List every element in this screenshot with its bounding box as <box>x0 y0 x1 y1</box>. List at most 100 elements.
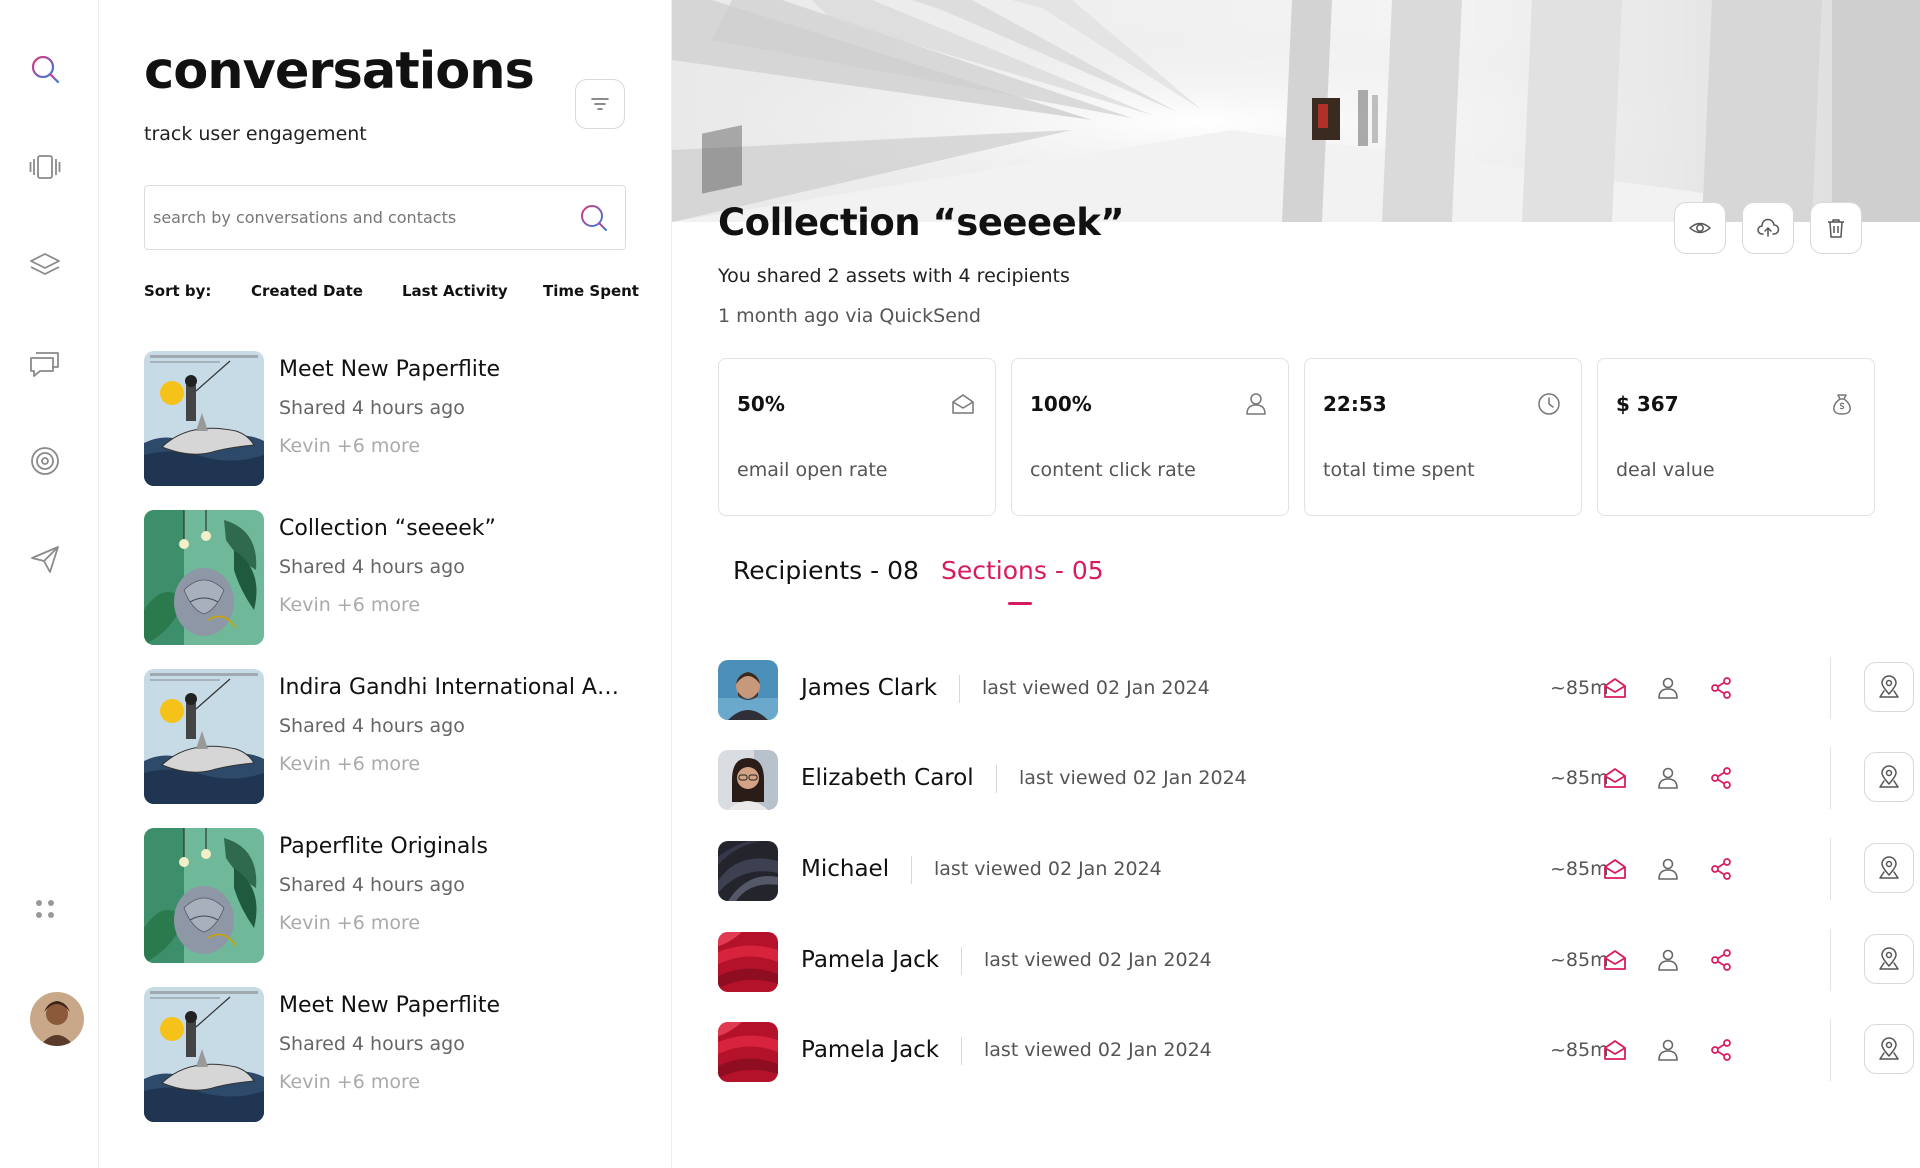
separator <box>1830 838 1831 900</box>
conversation-recipients: Kevin +6 more <box>279 912 421 934</box>
share-icon[interactable] <box>1706 945 1736 975</box>
user-icon[interactable] <box>1653 1035 1683 1065</box>
conversation-recipients: Kevin +6 more <box>279 594 421 616</box>
location-pin-button[interactable] <box>1864 752 1914 802</box>
slides-icon[interactable] <box>26 148 64 186</box>
conversation-title: Collection “seeeek” <box>279 516 496 541</box>
stat-label: content click rate <box>1030 459 1196 481</box>
conversation-recipients: Kevin +6 more <box>279 1071 421 1093</box>
preview-button[interactable] <box>1674 202 1726 254</box>
search-field <box>144 185 626 250</box>
separator <box>1830 657 1831 719</box>
money-bag-icon <box>1833 394 1851 415</box>
sort-time-spent[interactable]: Time Spent <box>543 282 639 300</box>
recipient-row: Michael last viewed 02 Jan 2024 ~85m <box>718 838 1914 902</box>
location-pin-button[interactable] <box>1864 662 1914 712</box>
conversation-item[interactable]: Meet New Paperflite Shared 4 hours ago Kev… <box>144 351 614 487</box>
sort-last-activity[interactable]: Last Activity <box>402 282 508 300</box>
recipient-name[interactable]: James Clark <box>801 675 937 701</box>
conversation-title: Meet New Paperflite <box>279 993 501 1018</box>
trash-icon <box>1828 219 1844 238</box>
recipient-name[interactable]: Elizabeth Carol <box>801 765 974 791</box>
conversation-shared-time: Shared 4 hours ago <box>279 556 465 578</box>
mail-open-icon[interactable] <box>1600 854 1630 884</box>
share-icon[interactable] <box>1706 763 1736 793</box>
recipient-avatar <box>718 1022 778 1082</box>
tab-recipients[interactable]: Recipients - 08 <box>733 556 919 585</box>
recipient-row: Pamela Jack last viewed 02 Jan 2024 ~85m <box>718 1019 1914 1083</box>
recipient-last-viewed: last viewed 02 Jan 2024 <box>984 949 1212 971</box>
conversation-shared-time: Shared 4 hours ago <box>279 397 465 419</box>
user-icon[interactable] <box>1653 854 1683 884</box>
share-icon[interactable] <box>1706 1035 1736 1065</box>
conversation-item[interactable]: Meet New Paperflite Shared 4 hours ago Kev… <box>144 987 614 1123</box>
share-icon[interactable] <box>1706 673 1736 703</box>
share-cloud-button[interactable] <box>1742 202 1794 254</box>
conversation-panel: conversations track user engagement Sort… <box>99 0 672 1168</box>
shared-time: 1 month ago via QuickSend <box>718 305 981 327</box>
search-icon[interactable] <box>577 201 611 235</box>
recipient-avatar <box>718 841 778 901</box>
conversation-thumbnail <box>144 351 264 486</box>
tab-sections[interactable]: Sections - 05 <box>941 556 1104 585</box>
conversation-thumbnail <box>144 669 264 804</box>
search-icon[interactable] <box>26 50 64 88</box>
stat-value: 50% <box>737 392 785 416</box>
recipient-row: Elizabeth Carol last viewed 02 Jan 2024 ~8… <box>718 747 1914 811</box>
chat-icon[interactable] <box>26 344 64 382</box>
stat-card-deal-value: $ 367 deal value <box>1597 358 1875 516</box>
recipient-name[interactable]: Pamela Jack <box>801 1037 939 1063</box>
conversation-thumbnail <box>144 987 264 1122</box>
stat-value: $ 367 <box>1616 392 1679 416</box>
stat-value: 22:53 <box>1323 392 1387 416</box>
mail-open-icon[interactable] <box>1600 945 1630 975</box>
conversation-item[interactable]: Indira Gandhi International Ai... Shared … <box>144 669 619 805</box>
conversation-shared-time: Shared 4 hours ago <box>279 715 465 737</box>
clock-icon <box>1538 393 1560 415</box>
conversation-shared-time: Shared 4 hours ago <box>279 874 465 896</box>
search-input[interactable] <box>153 208 577 227</box>
conversation-item[interactable]: Paperflite Originals Shared 4 hours ago Ke… <box>144 828 614 964</box>
nav-rail <box>0 0 99 1168</box>
filter-icon <box>591 98 609 110</box>
send-icon[interactable] <box>26 540 64 578</box>
user-icon[interactable] <box>1653 945 1683 975</box>
separator <box>961 1037 962 1065</box>
layers-icon[interactable] <box>26 246 64 284</box>
avatar[interactable] <box>30 992 84 1046</box>
mail-open-icon[interactable] <box>1600 1035 1630 1065</box>
user-icon[interactable] <box>1653 763 1683 793</box>
shared-summary: You shared 2 assets with 4 recipients <box>718 265 1070 287</box>
cloud-upload-icon <box>1757 218 1780 237</box>
location-pin-button[interactable] <box>1864 1024 1914 1074</box>
separator <box>996 765 997 793</box>
stat-value: 100% <box>1030 392 1092 416</box>
separator <box>1830 1019 1831 1081</box>
recipient-name[interactable]: Michael <box>801 856 889 882</box>
mail-open-icon[interactable] <box>1600 673 1630 703</box>
location-pin-button[interactable] <box>1864 934 1914 984</box>
share-icon[interactable] <box>1706 854 1736 884</box>
recipient-last-viewed: last viewed 02 Jan 2024 <box>982 677 1210 699</box>
recipient-last-viewed: last viewed 02 Jan 2024 <box>984 1039 1212 1061</box>
stat-card-total-time-spent: 22:53 total time spent <box>1304 358 1582 516</box>
recipient-last-viewed: last viewed 02 Jan 2024 <box>934 858 1162 880</box>
conversation-item[interactable]: Collection “seeeek” Shared 4 hours ago Kev… <box>144 510 614 646</box>
location-pin-button[interactable] <box>1864 843 1914 893</box>
conversation-recipients: Kevin +6 more <box>279 753 421 775</box>
target-icon[interactable] <box>26 442 64 480</box>
recipient-name[interactable]: Pamela Jack <box>801 947 939 973</box>
mail-open-icon[interactable] <box>1600 763 1630 793</box>
delete-button[interactable] <box>1810 202 1862 254</box>
recipient-avatar <box>718 750 778 810</box>
sort-created-date[interactable]: Created Date <box>251 282 363 300</box>
user-icon <box>1246 393 1266 415</box>
page-title: conversations <box>144 42 535 101</box>
user-icon[interactable] <box>1653 673 1683 703</box>
recipient-avatar <box>718 932 778 992</box>
recipient-row: Pamela Jack last viewed 02 Jan 2024 ~85m <box>718 929 1914 993</box>
apps-icon[interactable] <box>26 890 64 928</box>
stat-label: deal value <box>1616 459 1715 481</box>
page-subtitle: track user engagement <box>144 123 367 145</box>
filter-button[interactable] <box>575 79 625 129</box>
